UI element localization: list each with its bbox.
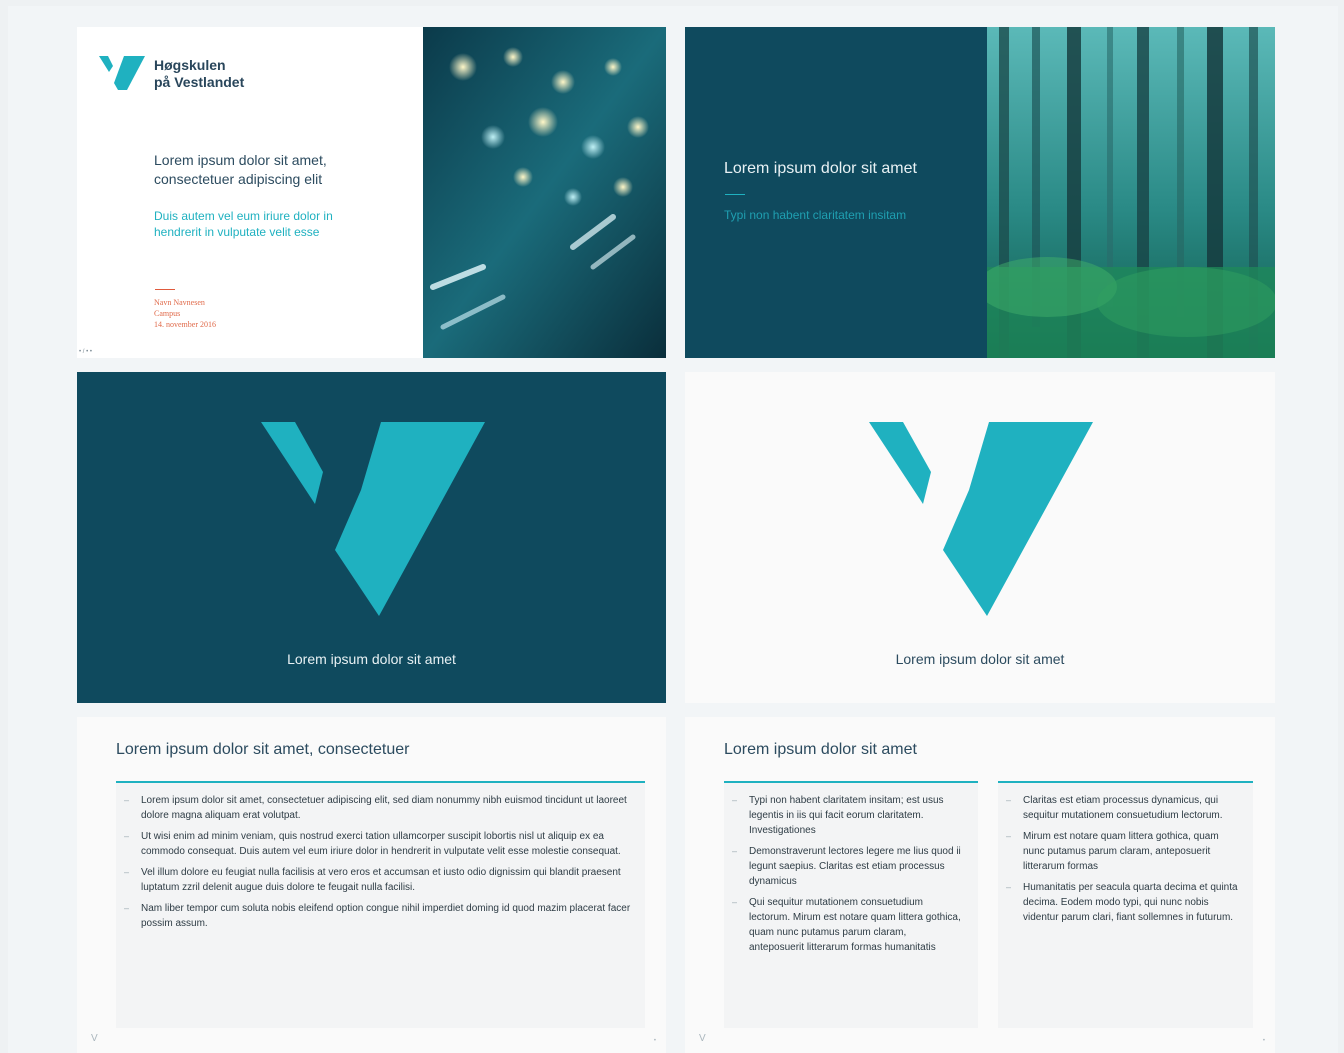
slide-logo-dark[interactable]: Lorem ipsum dolor sit amet bbox=[77, 372, 666, 703]
slide-subtitle: Typi non habent claritatem insitam bbox=[724, 208, 907, 222]
list-item: Lorem ipsum dolor sit amet, consectetuer… bbox=[124, 793, 631, 823]
big-v-logo-icon bbox=[869, 422, 1093, 616]
city-lights-photo bbox=[423, 27, 666, 358]
page-number: • bbox=[1262, 1038, 1265, 1044]
divider bbox=[725, 194, 745, 195]
slide-title: Lorem ipsum dolor sit amet bbox=[724, 741, 917, 758]
big-v-logo-icon bbox=[261, 422, 485, 616]
bullet-list: Lorem ipsum dolor sit amet, consectetuer… bbox=[116, 783, 645, 931]
bullet-list: Typi non habent claritatem insitam; est … bbox=[724, 783, 978, 955]
slide-title: Lorem ipsum dolor sit amet bbox=[287, 651, 456, 667]
list-item: Nam liber tempor cum soluta nobis eleife… bbox=[124, 901, 631, 931]
meta-name: Navn Navnesen bbox=[154, 298, 205, 307]
list-item: Ut wisi enim ad minim veniam, quis nostr… bbox=[124, 829, 631, 859]
content-panel: Lorem ipsum dolor sit amet, consectetuer… bbox=[116, 781, 645, 1028]
footer-logo: V bbox=[699, 1033, 706, 1044]
slide-title: Lorem ipsum dolor sit amet, consectetuer bbox=[116, 741, 410, 758]
slide-section-photo[interactable]: Lorem ipsum dolor sit amet Typi non habe… bbox=[685, 27, 1275, 358]
logo-line-2: på Vestlandet bbox=[154, 74, 245, 90]
slide-title: Lorem ipsum dolor sit amet bbox=[895, 651, 1065, 667]
list-item: Claritas est etiam processus dynamicus, … bbox=[1006, 793, 1239, 823]
page-number: • bbox=[653, 1038, 656, 1044]
forest-photo bbox=[987, 27, 1275, 358]
page-number: • / • • bbox=[79, 349, 92, 355]
footer-logo: V bbox=[91, 1033, 98, 1044]
list-item: Humanitatis per seacula quarta decima et… bbox=[1006, 880, 1239, 925]
logo-wordmark: Høgskulen på Vestlandet bbox=[154, 57, 244, 91]
slide-content-two-column[interactable]: Lorem ipsum dolor sit amet Typi non habe… bbox=[685, 717, 1275, 1053]
bullet-list: Claritas est etiam processus dynamicus, … bbox=[998, 783, 1253, 925]
slide-title: Lorem ipsum dolor sit amet, consectetuer… bbox=[154, 152, 327, 187]
list-item: Demonstraverunt lectores legere me lius … bbox=[732, 844, 964, 889]
hvl-logo-icon bbox=[99, 56, 145, 90]
meta-place: Campus bbox=[154, 309, 181, 318]
slide-meta: Navn Navnesen Campus 14. november 2016 bbox=[154, 297, 216, 330]
slide-logo-light[interactable]: Lorem ipsum dolor sit amet bbox=[685, 372, 1275, 703]
content-panel-left: Typi non habent claritatem insitam; est … bbox=[724, 781, 978, 1028]
list-item: Qui sequitur mutationem consuetudium lec… bbox=[732, 895, 964, 955]
slide-title-photo[interactable]: Høgskulen på Vestlandet Lorem ipsum dolo… bbox=[77, 27, 666, 358]
meta-date: 14. november 2016 bbox=[154, 320, 216, 329]
list-item: Mirum est notare quam littera gothica, q… bbox=[1006, 829, 1239, 874]
content-panel-right: Claritas est etiam processus dynamicus, … bbox=[998, 781, 1253, 1028]
divider bbox=[155, 289, 175, 290]
list-item: Typi non habent claritatem insitam; est … bbox=[732, 793, 964, 838]
slide-title: Lorem ipsum dolor sit amet bbox=[724, 160, 917, 177]
slide-content-single[interactable]: Lorem ipsum dolor sit amet, consectetuer… bbox=[77, 717, 666, 1053]
list-item: Vel illum dolore eu feugiat nulla facili… bbox=[124, 865, 631, 895]
logo-line-1: Høgskulen bbox=[154, 57, 226, 73]
slide-subtitle: Duis autem vel eum iriure dolor in hendr… bbox=[154, 209, 333, 239]
